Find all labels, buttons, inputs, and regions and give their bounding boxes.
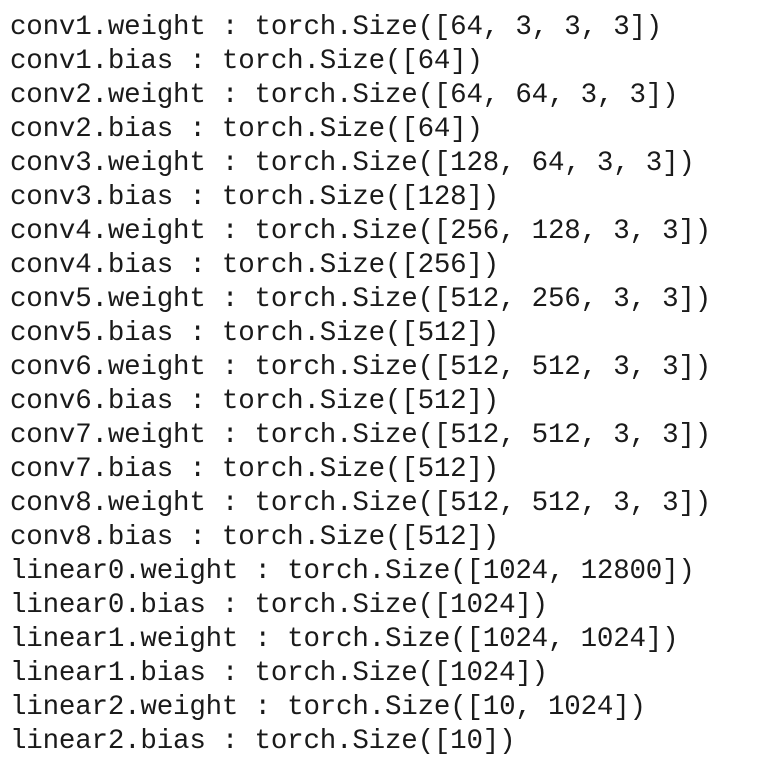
output-line: conv8.bias : torch.Size([512]): [10, 522, 500, 553]
output-line: conv5.bias : torch.Size([512]): [10, 318, 500, 349]
output-line: linear0.weight : torch.Size([1024, 12800…: [10, 556, 695, 587]
output-line: conv6.weight : torch.Size([512, 512, 3, …: [10, 352, 712, 383]
output-line: linear1.bias : torch.Size([1024]): [10, 658, 548, 689]
output-line: conv1.bias : torch.Size([64]): [10, 46, 483, 77]
console-output: conv1.weight : torch.Size([64, 3, 3, 3])…: [10, 11, 711, 759]
output-line: conv4.weight : torch.Size([256, 128, 3, …: [10, 216, 712, 247]
output-line: conv2.bias : torch.Size([64]): [10, 114, 483, 145]
output-line: conv3.weight : torch.Size([128, 64, 3, 3…: [10, 148, 695, 179]
output-line: conv5.weight : torch.Size([512, 256, 3, …: [10, 284, 712, 315]
output-line: conv6.bias : torch.Size([512]): [10, 386, 500, 417]
output-line: conv8.weight : torch.Size([512, 512, 3, …: [10, 488, 712, 519]
output-line: linear2.weight : torch.Size([10, 1024]): [10, 692, 646, 723]
output-line: conv7.bias : torch.Size([512]): [10, 454, 500, 485]
output-line: conv4.bias : torch.Size([256]): [10, 250, 500, 281]
output-line: conv1.weight : torch.Size([64, 3, 3, 3]): [10, 12, 663, 43]
output-line: conv3.bias : torch.Size([128]): [10, 182, 500, 213]
output-line: conv7.weight : torch.Size([512, 512, 3, …: [10, 420, 712, 451]
output-line: conv2.weight : torch.Size([64, 64, 3, 3]…: [10, 80, 679, 111]
output-line: linear2.bias : torch.Size([10]): [10, 726, 516, 757]
output-line: linear1.weight : torch.Size([1024, 1024]…: [10, 624, 679, 655]
output-line: linear0.bias : torch.Size([1024]): [10, 590, 548, 621]
